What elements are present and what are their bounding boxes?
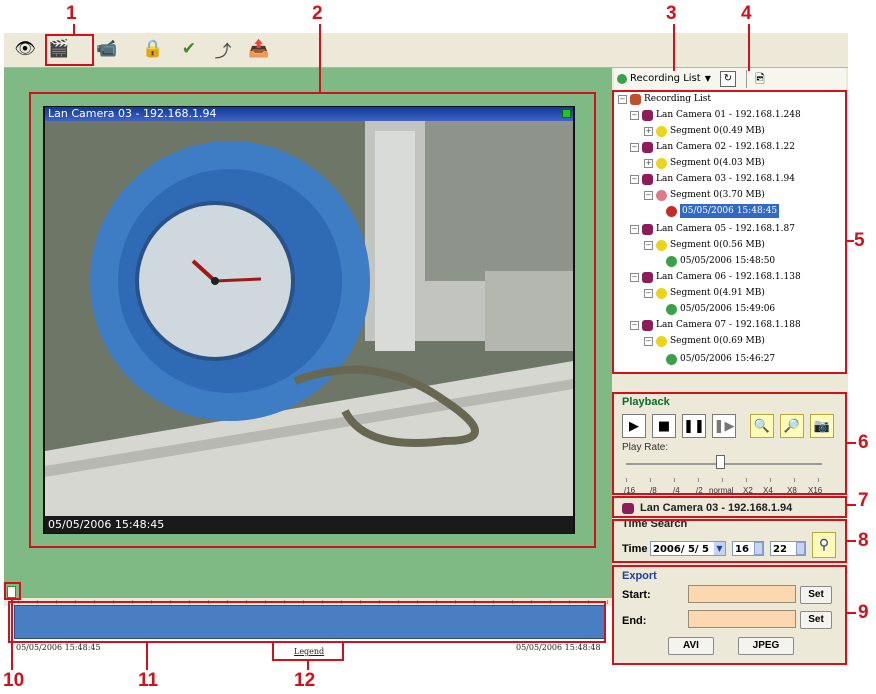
callout-frame-9 (612, 565, 847, 665)
recording-list-label: Recording List (630, 73, 701, 84)
callout-frame-5 (612, 90, 847, 374)
callout-8: 8 (858, 530, 869, 551)
callout-10: 10 (3, 670, 25, 691)
leader-line-2 (319, 24, 321, 92)
callout-6: 6 (858, 432, 869, 453)
snapshot-icon[interactable]: 🖻 (752, 71, 768, 87)
camera-group-icon[interactable]: 📹 (94, 36, 120, 62)
recording-icon (617, 74, 627, 84)
callout-frame-1 (45, 34, 94, 66)
callout-frame-11 (8, 601, 606, 643)
callout-frame-10 (4, 582, 21, 600)
callout-2: 2 (312, 3, 323, 24)
callout-frame-6 (612, 392, 847, 495)
leader-line-8 (847, 540, 856, 542)
leader-line-3 (673, 24, 675, 71)
callout-frame-7 (612, 496, 847, 518)
callout-5: 5 (854, 230, 865, 251)
toolbar: 👁 🎬 📹 🔒 ✔ ⤴ 📤 (4, 33, 848, 68)
callout-frame-8 (612, 519, 847, 563)
arrow-icon[interactable]: ⤴ (210, 36, 236, 62)
leader-line-6 (847, 442, 856, 444)
check-icon[interactable]: ✔ (176, 36, 202, 62)
callout-12: 12 (294, 670, 316, 691)
leader-line-9 (847, 612, 856, 614)
leader-line-11 (146, 643, 148, 670)
eye-icon[interactable]: 👁 (12, 36, 38, 62)
leader-line-5 (847, 240, 854, 242)
recording-list-header: Recording List ▼ ↻ 🖻 (614, 68, 846, 90)
dropdown-arrow-icon: ▼ (704, 74, 711, 83)
callout-frame-12 (272, 641, 344, 661)
callout-7: 7 (858, 490, 869, 511)
leader-line-4 (748, 24, 750, 71)
timeline-end-time: 05/05/2006 15:48:48 (516, 643, 601, 652)
leader-line-12 (307, 661, 309, 670)
recording-list-dropdown[interactable]: Recording List ▼ (617, 71, 717, 87)
header-divider (746, 70, 747, 88)
callout-11: 11 (138, 670, 159, 691)
leader-line-10 (11, 600, 13, 670)
callout-3: 3 (666, 3, 677, 24)
callout-4: 4 (741, 3, 752, 24)
leader-line-1 (73, 24, 75, 34)
callout-frame-2 (29, 92, 596, 548)
export-icon[interactable]: 📤 (246, 36, 272, 62)
leader-line-7 (847, 504, 856, 506)
timeline-start-time: 05/05/2006 15:48:45 (16, 643, 101, 652)
callout-9: 9 (858, 602, 869, 623)
lock-icon[interactable]: 🔒 (140, 36, 166, 62)
callout-1: 1 (66, 3, 77, 24)
refresh-icon[interactable]: ↻ (720, 71, 736, 87)
